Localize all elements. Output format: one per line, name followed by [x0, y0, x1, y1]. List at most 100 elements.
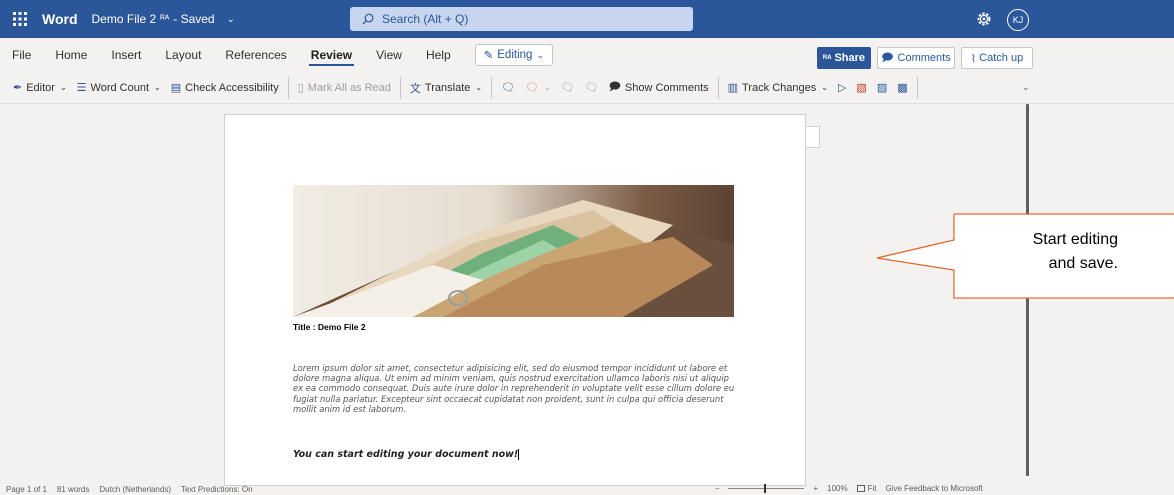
translate-button[interactable]: 文 Translate ⌄ — [405, 75, 487, 101]
accessibility-icon: ▤ — [170, 82, 182, 94]
delete-comment-icon: 🗨 — [525, 82, 540, 94]
person-icon: ᴿᴬ — [160, 13, 170, 25]
reject-change-icon: ▧ — [856, 82, 867, 94]
catch-up-button[interactable]: ⌇ Catch up — [961, 47, 1033, 69]
tab-file[interactable]: File — [0, 38, 43, 72]
comment-icon: 🗩 — [881, 51, 894, 64]
comments-button[interactable]: 🗩 Comments — [877, 47, 955, 69]
ribbon-divider — [287, 76, 289, 99]
check-accessibility-label: Check Accessibility — [185, 81, 279, 94]
previous-comment-button[interactable]: 🗨 — [556, 75, 580, 101]
chevron-down-icon: ⌄ — [226, 13, 235, 25]
share-label: Share — [834, 52, 866, 64]
show-comments-label: Show Comments — [624, 81, 709, 94]
accept-change-button[interactable]: ▷ — [833, 75, 851, 101]
new-comment-icon: 🗨 — [501, 82, 516, 94]
zoom-slider[interactable] — [728, 484, 805, 493]
folders-image — [293, 185, 734, 317]
comment-margin-tab — [806, 126, 820, 148]
editing-mode-label: Editing — [497, 49, 533, 61]
app-launcher-icon[interactable] — [0, 0, 40, 38]
zoom-level: 100% — [827, 484, 848, 493]
status-bar: Page 1 of 1 81 words Dutch (Netherlands)… — [0, 484, 1174, 495]
next-change-button[interactable]: ▩ — [892, 75, 912, 101]
fit-icon — [856, 485, 865, 493]
text-predictions-status[interactable]: Text Predictions: On — [181, 485, 253, 494]
zoom-out-button[interactable]: – — [715, 484, 719, 493]
comments-label: Comments — [897, 52, 951, 64]
app-name: Word — [42, 11, 78, 27]
avatar[interactable]: KJ — [1007, 9, 1029, 31]
zoom-slider-thumb[interactable] — [764, 484, 767, 493]
review-ribbon: ✒ Editor ⌄ ☰ Word Count ⌄ ▤ Check Access… — [0, 72, 1174, 104]
tab-view[interactable]: View — [364, 38, 414, 72]
tab-review[interactable]: Review — [299, 38, 364, 72]
track-changes-button[interactable]: ▥ Track Changes ⌄ — [723, 75, 833, 101]
document-title[interactable]: Demo File 2 ᴿᴬ - Saved ⌄ — [92, 12, 235, 26]
previous-change-icon: ▨ — [876, 82, 888, 94]
share-button[interactable]: ᴿᴬ Share — [817, 47, 871, 69]
word-count-icon: ☰ — [76, 82, 87, 94]
fit-label: Fit — [867, 484, 877, 493]
search-input[interactable]: Search (Alt + Q) — [350, 7, 693, 31]
word-count-label: Word Count — [90, 81, 150, 94]
pencil-icon: ✎ — [483, 50, 494, 62]
chevron-down-icon: ⌄ — [544, 83, 551, 92]
show-comments-icon: 🗩 — [608, 81, 621, 93]
tab-home[interactable]: Home — [43, 38, 99, 72]
document-body-paragraph: Lorem ipsum dolor sit amet, consectetur … — [293, 363, 735, 414]
activity-icon: ⌇ — [970, 52, 977, 65]
tab-help[interactable]: Help — [414, 38, 463, 72]
callout-text: Start editing and save. — [986, 228, 1118, 276]
tab-references[interactable]: References — [213, 38, 298, 72]
track-changes-label: Track Changes — [742, 81, 817, 94]
previous-comment-icon: 🗨 — [560, 82, 575, 94]
chevron-down-icon: ⌄ — [821, 83, 828, 92]
fit-button[interactable]: Fit — [856, 484, 877, 493]
share-person-icon: ᴿᴬ — [822, 53, 832, 63]
word-count-status[interactable]: 81 words — [57, 485, 89, 494]
document-cta-text: You can start editing your document now! — [293, 449, 519, 460]
language-status[interactable]: Dutch (Netherlands) — [99, 485, 171, 494]
editing-mode-button[interactable]: ✎ Editing ⌄ — [474, 44, 553, 66]
check-accessibility-button[interactable]: ▤ Check Accessibility — [166, 75, 284, 101]
save-status: - Saved — [173, 12, 215, 26]
mark-all-read-label: Mark All as Read — [307, 81, 391, 94]
translate-label: Translate — [424, 81, 471, 94]
new-comment-button[interactable]: 🗨 — [496, 75, 520, 101]
document-check-icon: ▯ — [297, 82, 304, 94]
title-bar: Word Demo File 2 ᴿᴬ - Saved ⌄ Search (Al… — [0, 0, 1174, 38]
tab-insert[interactable]: Insert — [99, 38, 153, 72]
menu-tabs: File Home Insert Layout References Revie… — [0, 38, 1174, 72]
translate-icon: 文 — [409, 82, 421, 95]
vertical-scrollbar[interactable] — [1026, 104, 1029, 476]
ribbon-divider — [491, 76, 493, 99]
chevron-down-icon: ⌄ — [59, 83, 67, 92]
mark-all-read-button[interactable]: ▯ Mark All as Read — [293, 75, 396, 101]
editor-label: Editor — [26, 81, 55, 94]
show-comments-button[interactable]: 🗩 Show Comments — [604, 75, 714, 101]
zoom-in-button[interactable]: + — [813, 484, 818, 493]
editor-button[interactable]: ✒ Editor ⌄ — [8, 75, 72, 101]
chevron-down-icon: ⌄ — [154, 83, 161, 92]
gear-icon[interactable] — [975, 10, 993, 28]
track-changes-icon: ▥ — [727, 82, 739, 94]
next-comment-button[interactable]: 🗨 — [580, 75, 604, 101]
previous-change-button[interactable]: ▨ — [872, 75, 892, 101]
feedback-link[interactable]: Give Feedback to Microsoft — [885, 484, 982, 493]
page-count: Page 1 of 1 — [6, 485, 47, 494]
accept-change-icon: ▷ — [837, 82, 847, 94]
reject-change-button[interactable]: ▧ — [851, 75, 871, 101]
document-canvas[interactable]: Title : Demo File 2 Lorem ipsum dolor si… — [0, 104, 1174, 486]
search-icon — [362, 13, 374, 25]
catch-up-label: Catch up — [979, 52, 1024, 64]
tab-layout[interactable]: Layout — [153, 38, 213, 72]
word-count-button[interactable]: ☰ Word Count ⌄ — [72, 75, 166, 101]
text-cursor — [518, 449, 520, 460]
chevron-down-icon: ⌄ — [475, 83, 483, 92]
ribbon-expand-icon[interactable]: ⌄ — [1022, 82, 1030, 93]
ribbon-divider — [916, 76, 918, 99]
delete-comment-button[interactable]: 🗨 ⌄ — [520, 75, 556, 101]
document-cta-line: You can start editing your document now! — [293, 449, 520, 460]
document-page[interactable]: Title : Demo File 2 Lorem ipsum dolor si… — [224, 114, 806, 486]
